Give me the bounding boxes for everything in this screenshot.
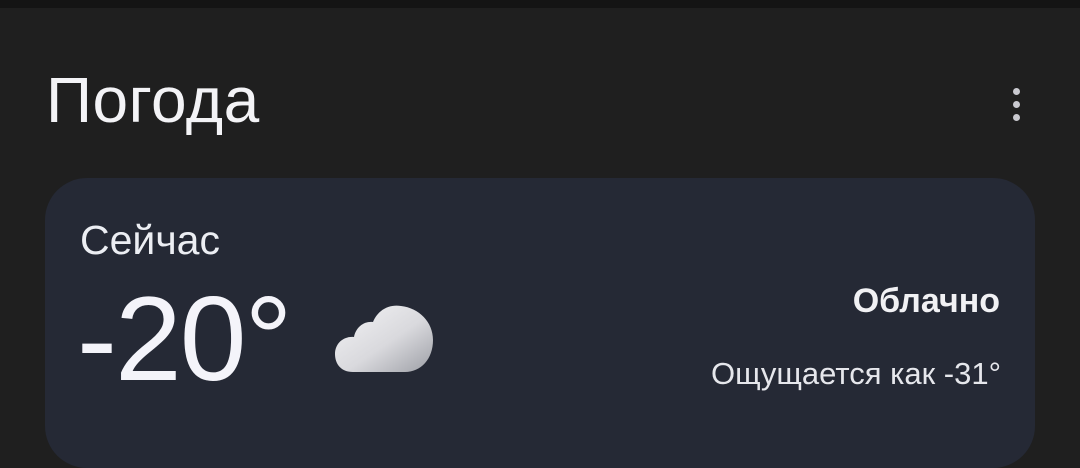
cloud-icon xyxy=(335,305,433,372)
current-temperature: -20° xyxy=(77,272,292,406)
status-bar-strip xyxy=(0,0,1080,8)
more-vert-icon xyxy=(1012,87,1020,95)
condition-text: Облачно xyxy=(852,282,1000,320)
now-label: Сейчас xyxy=(80,217,220,263)
more-vert-icon-dot xyxy=(1012,100,1020,108)
current-weather-card[interactable]: Сейчас -20° Облачно Ощущается как -31° xyxy=(45,178,1035,468)
more-options-button[interactable] xyxy=(996,82,1036,126)
more-vert-icon-dot xyxy=(1012,113,1020,121)
feels-like-text: Ощущается как -31° xyxy=(710,356,1001,391)
page-title: Погода xyxy=(46,64,260,136)
app-header: Погода xyxy=(0,8,1080,178)
